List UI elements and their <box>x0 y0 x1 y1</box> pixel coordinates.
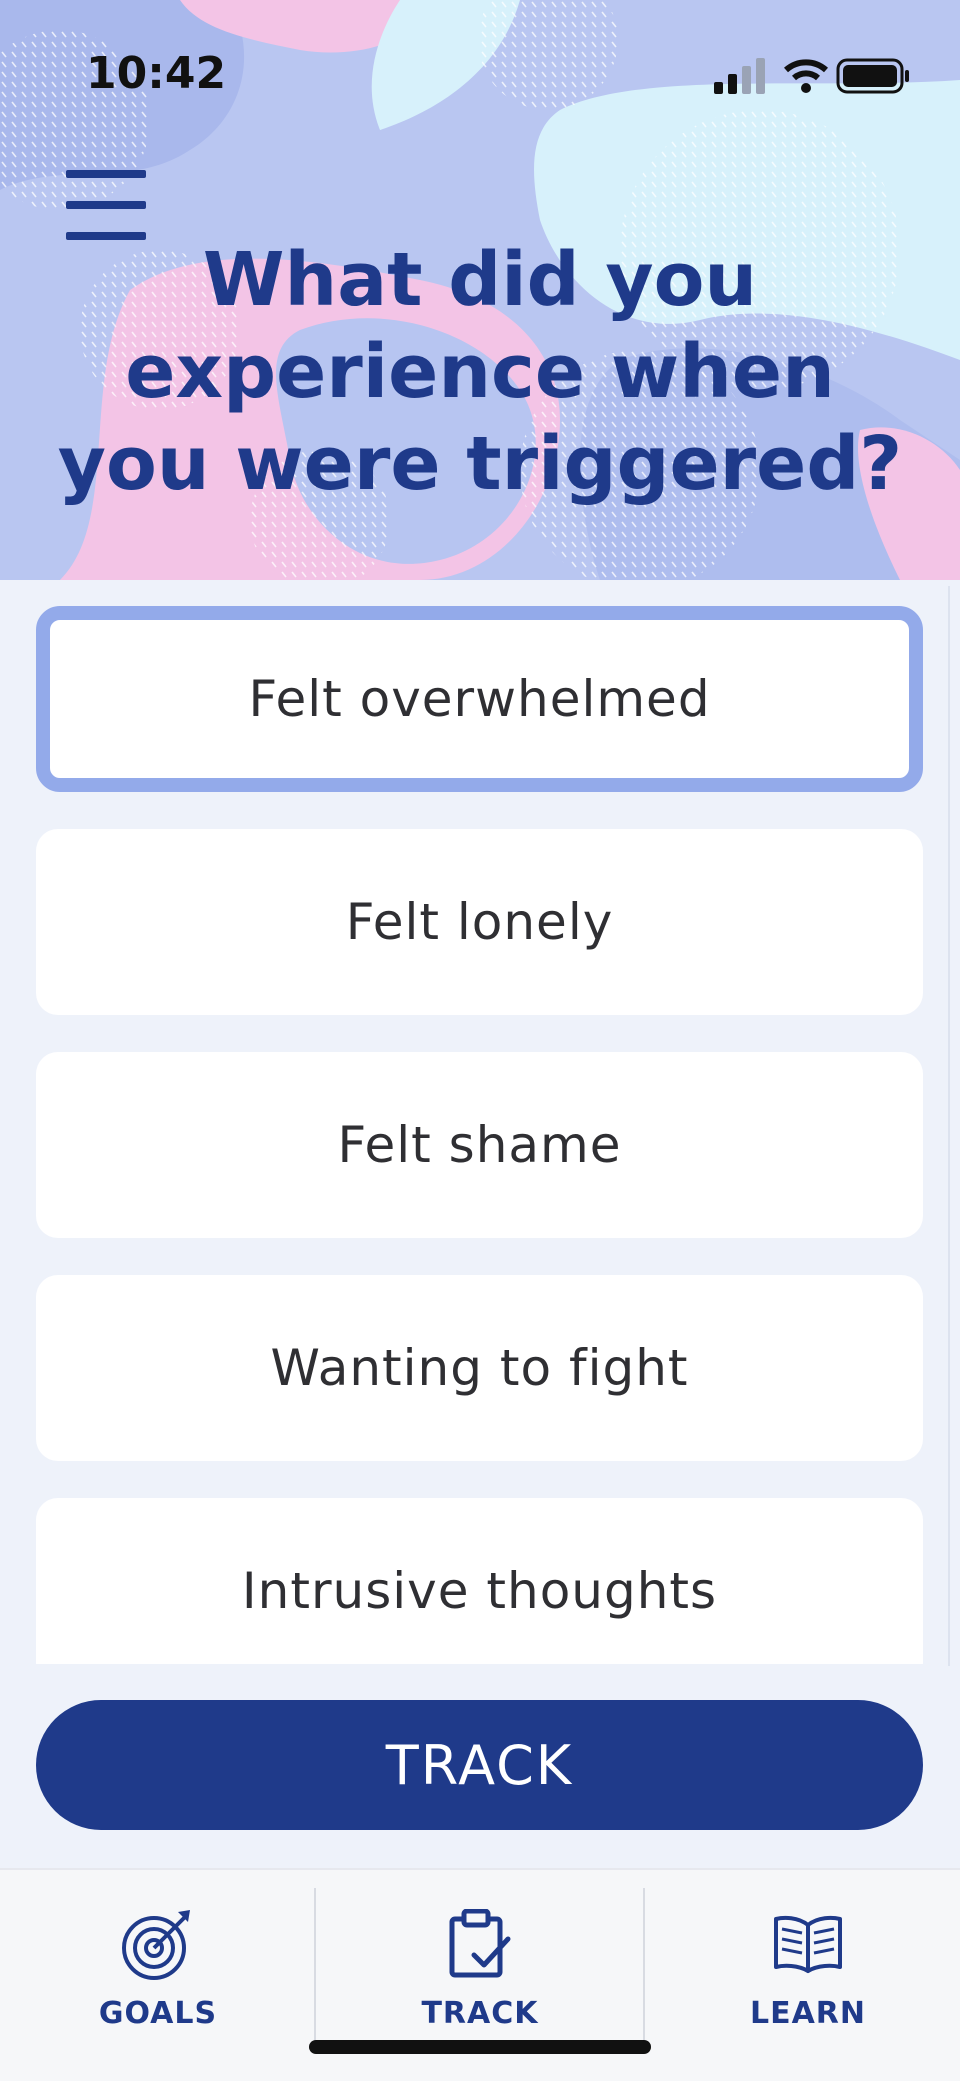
option-felt-overwhelmed[interactable]: Felt overwhelmed <box>36 606 923 792</box>
status-time: 10:42 <box>86 48 227 99</box>
track-button[interactable]: TRACK <box>36 1700 923 1830</box>
tab-goals-label: GOALS <box>98 1996 218 2031</box>
option-felt-lonely[interactable]: Felt lonely <box>36 829 923 1015</box>
cellular-signal-icon <box>714 58 765 94</box>
tab-learn-label: LEARN <box>749 1996 867 2031</box>
header: 10:42 What did you experience when you w… <box>0 0 960 580</box>
wifi-icon <box>784 59 828 93</box>
tab-divider <box>643 1888 645 2048</box>
target-icon <box>122 1910 190 1980</box>
home-indicator <box>309 2040 651 2054</box>
option-wanting-to-fight[interactable]: Wanting to fight <box>36 1275 923 1461</box>
tab-divider <box>314 1888 316 2048</box>
menu-button[interactable] <box>66 170 146 242</box>
tab-goals[interactable]: GOALS <box>0 1870 316 2081</box>
clipboard-check-icon <box>449 1909 511 1978</box>
page-title: What did you experience when you were tr… <box>57 237 903 507</box>
option-intrusive-thoughts[interactable]: Intrusive thoughts <box>36 1498 923 1664</box>
option-list: Felt overwhelmed Felt lonely Felt shame … <box>0 580 960 1664</box>
battery-icon <box>836 58 909 94</box>
option-felt-shame[interactable]: Felt shame <box>36 1052 923 1238</box>
status-icons <box>714 52 914 106</box>
tab-learn[interactable]: LEARN <box>650 1870 960 2081</box>
open-book-icon <box>774 1915 842 1973</box>
tab-track-label: TRACK <box>421 1996 539 2031</box>
